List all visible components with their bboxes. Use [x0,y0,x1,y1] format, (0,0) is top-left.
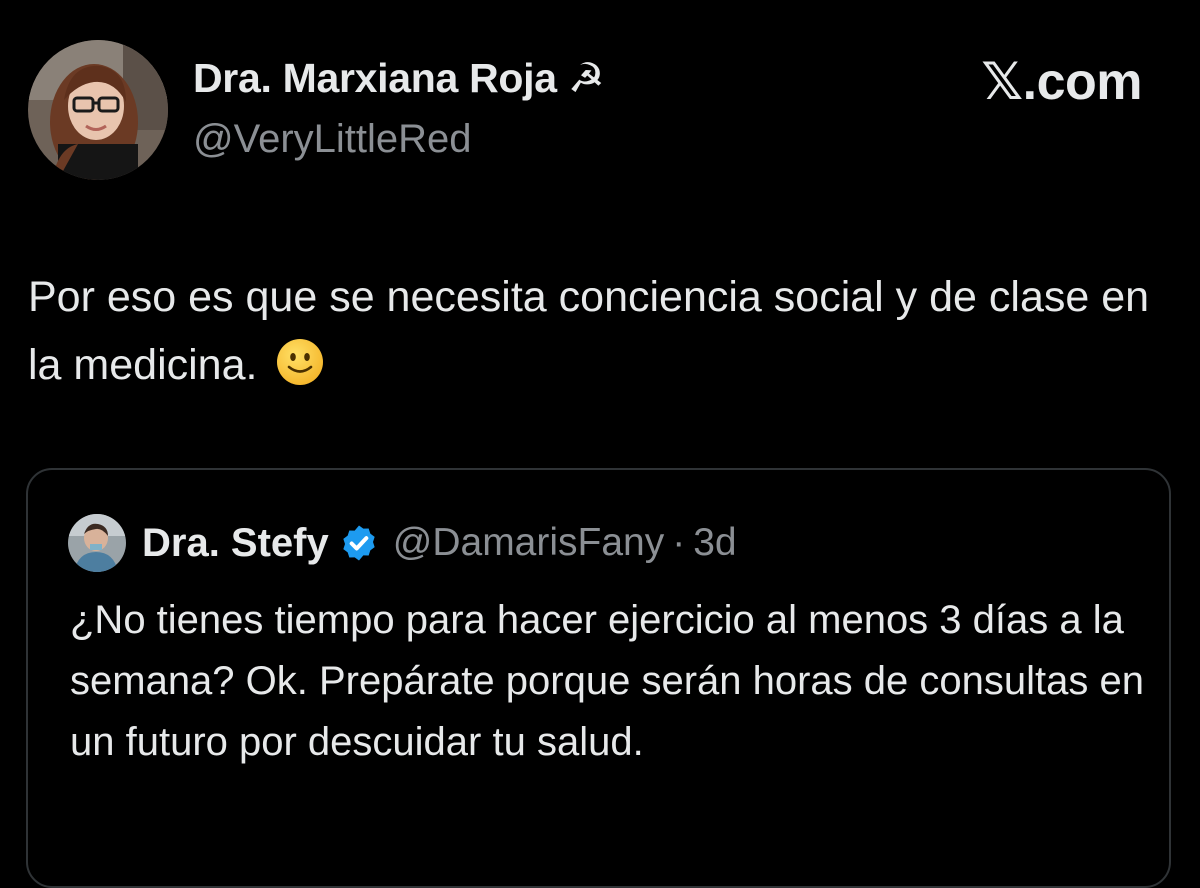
quoted-post-header: Dra. Stefy @DamarisFany · 3d [68,510,737,576]
quoted-post-timestamp[interactable]: 3d [693,521,736,565]
quoted-author-handle[interactable]: @DamarisFany [393,521,664,565]
x-com-logo: 𝕏.com [981,53,1142,111]
author-display-name[interactable]: Dra. Marxiana Roja ☭ [193,54,605,102]
quoted-post-card[interactable]: Dra. Stefy @DamarisFany · 3d ¿No tienes … [26,468,1171,888]
slightly-smiling-face-icon [275,337,325,407]
post-body: Por eso es que se necesita conciencia so… [28,263,1178,407]
verified-badge-icon [339,523,379,563]
author-handle[interactable]: @VeryLittleRed [193,117,472,162]
quoted-author-display-name[interactable]: Dra. Stefy [142,521,329,566]
separator-dot: · [672,521,686,564]
quoted-post-text: ¿No tienes tiempo para hacer ejercicio a… [70,598,1144,764]
post-text: Por eso es que se necesita conciencia so… [28,273,1150,389]
quoted-author-avatar[interactable] [68,514,126,572]
author-avatar[interactable] [28,40,168,180]
